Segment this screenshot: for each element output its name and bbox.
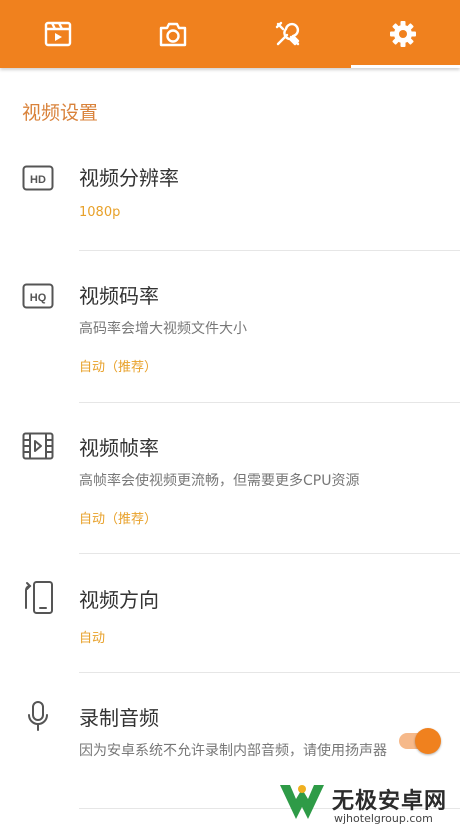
svg-text:HQ: HQ bbox=[30, 292, 47, 304]
watermark-text: 无极安卓网 bbox=[332, 789, 448, 814]
tab-screenshot[interactable] bbox=[115, 0, 230, 68]
gear-icon bbox=[388, 19, 418, 49]
setting-description: 高帧率会使视频更流畅，但需要更多CPU资源 bbox=[79, 473, 360, 489]
toggle-thumb bbox=[415, 728, 441, 754]
top-tab-bar bbox=[0, 0, 460, 68]
camera-icon bbox=[158, 20, 188, 48]
setting-title: 视频分辨率 bbox=[79, 166, 179, 190]
setting-orientation[interactable]: 视频方向 自动 bbox=[0, 572, 460, 672]
setting-title: 录制音频 bbox=[79, 706, 159, 730]
tab-video[interactable] bbox=[0, 0, 115, 68]
divider bbox=[79, 250, 460, 251]
watermark-logo-icon bbox=[274, 779, 330, 830]
setting-value: 自动（推荐） bbox=[79, 512, 158, 527]
watermark: 无极安卓网 wjhotelgroup.com bbox=[272, 775, 460, 830]
setting-description: 高码率会增大视频文件大小 bbox=[79, 321, 247, 337]
divider bbox=[79, 553, 460, 554]
setting-resolution[interactable]: HD 视频分辨率 1080p bbox=[0, 150, 460, 250]
setting-title: 视频方向 bbox=[79, 588, 159, 612]
clapperboard-icon bbox=[43, 20, 73, 48]
setting-value: 自动 bbox=[79, 631, 106, 646]
selected-tab-indicator bbox=[351, 65, 460, 68]
setting-description: 因为安卓系统不允许录制内部音频，请使用扬声器 bbox=[79, 743, 387, 759]
tab-tools[interactable] bbox=[230, 0, 345, 68]
setting-value: 自动（推荐） bbox=[79, 360, 158, 375]
rotate-phone-icon bbox=[22, 580, 56, 620]
divider bbox=[79, 672, 460, 673]
divider bbox=[79, 402, 460, 403]
section-title: 视频设置 bbox=[22, 102, 99, 124]
setting-bitrate[interactable]: HQ 视频码率 高码率会增大视频文件大小 自动（推荐） bbox=[0, 268, 460, 402]
watermark-url: wjhotelgroup.com bbox=[334, 812, 433, 825]
setting-value: 1080p bbox=[79, 205, 121, 220]
setting-frame-rate[interactable]: 视频帧率 高帧率会使视频更流畅，但需要更多CPU资源 自动（推荐） bbox=[0, 420, 460, 554]
film-frame-icon bbox=[22, 432, 54, 464]
setting-title: 视频帧率 bbox=[79, 436, 159, 460]
hd-icon: HD bbox=[22, 165, 54, 195]
tools-icon bbox=[273, 19, 303, 49]
tab-settings[interactable] bbox=[345, 0, 460, 68]
hq-icon: HQ bbox=[22, 283, 54, 313]
record-audio-toggle[interactable] bbox=[397, 728, 443, 754]
svg-text:HD: HD bbox=[30, 174, 46, 186]
setting-title: 视频码率 bbox=[79, 284, 159, 308]
microphone-icon bbox=[26, 700, 50, 736]
